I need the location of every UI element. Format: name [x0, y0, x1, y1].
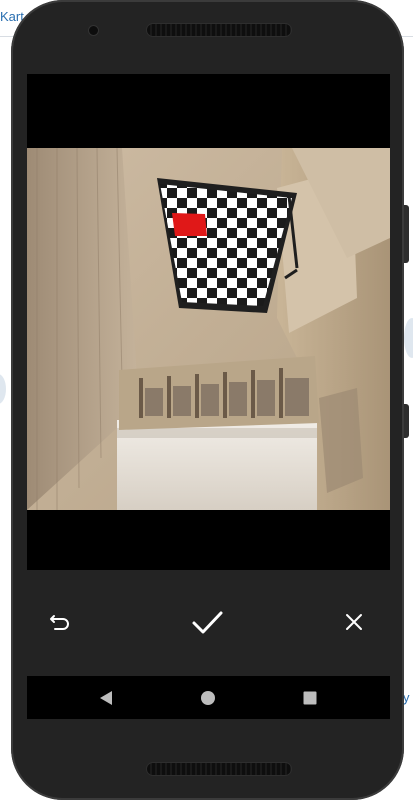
crop-toolbar [27, 570, 390, 676]
bottom-speaker [147, 763, 291, 775]
photo-image [27, 148, 390, 510]
backdrop-shape-right [404, 318, 413, 358]
front-camera [89, 26, 98, 35]
home-circle-icon [201, 691, 215, 705]
close-icon [346, 614, 362, 630]
cancel-button[interactable] [336, 604, 372, 640]
selection-marker [172, 213, 207, 236]
android-nav-bar [27, 676, 390, 719]
backdrop-shape-left [0, 374, 6, 404]
nav-home-button[interactable] [196, 686, 220, 710]
accept-button[interactable] [189, 604, 225, 640]
photo-preview[interactable] [27, 148, 390, 510]
undo-icon [50, 615, 69, 630]
check-icon [192, 611, 223, 634]
nav-back-button[interactable] [94, 686, 118, 710]
undo-button[interactable] [43, 604, 79, 640]
recents-square-icon [303, 691, 317, 705]
back-triangle-icon [100, 691, 112, 705]
image-preview-area [27, 74, 390, 570]
nav-recents-button[interactable] [298, 686, 322, 710]
top-speaker [147, 24, 291, 36]
